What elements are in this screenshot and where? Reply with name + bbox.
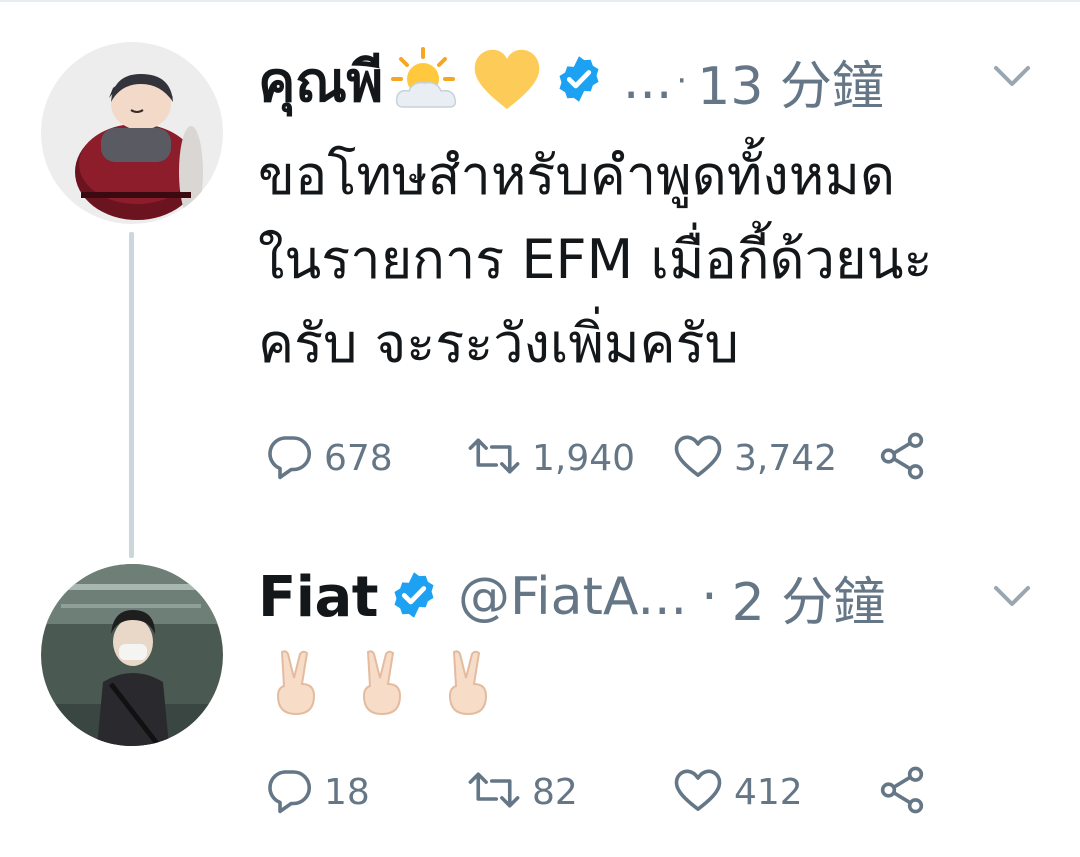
reply-count: 678 [324,437,393,479]
reply-icon [262,763,316,821]
share-icon [874,429,930,487]
separator: · [701,567,718,627]
reply-icon [262,429,316,487]
retweet-count: 82 [532,771,578,813]
yellow-heart-icon [471,47,543,115]
tweet-text-line: ในรายการ EFM เมื่อกี้ด้วยนะ [258,228,933,291]
like-count: 412 [734,771,803,813]
avatar[interactable] [41,564,223,746]
verified-badge-icon [388,569,440,625]
retweet-button[interactable]: 1,940 [464,428,635,488]
tweet-text: ขอโทษสำหรับคำพูดทั้งหมด ในรายการ EFM เมื… [258,134,1048,386]
timestamp[interactable]: 2 分鐘 [732,560,886,635]
handle[interactable]: ... [623,51,673,111]
like-count: 3,742 [734,437,838,479]
share-icon [874,763,930,821]
tweet-header: Fiat @FiatA... · 2 分鐘 [258,560,1038,635]
chevron-down-icon[interactable] [992,64,1032,92]
like-button[interactable]: 3,742 [670,428,837,488]
victory-hand-icon [354,648,410,722]
like-icon [670,429,726,487]
victory-hand-icon [440,648,496,722]
share-button[interactable] [874,428,930,488]
tweet-emoji-text [268,648,496,722]
tweet-text-line: ขอโทษสำหรับคำพูดทั้งหมด [258,144,896,207]
tweet-actions: 18 82 412 [262,762,962,822]
display-name[interactable]: คุณพี [258,37,383,126]
tweet-1[interactable]: คุณพี ... · 13 分鐘 ขอโทษสำหรับคำพูดทั้งหม… [0,0,1080,540]
retweet-button[interactable]: 82 [464,762,578,822]
reply-count: 18 [324,771,370,813]
tweet-actions: 678 1,940 3,742 [262,428,962,488]
retweet-count: 1,940 [532,437,636,479]
chevron-down-icon[interactable] [992,584,1032,612]
verified-badge-icon [553,53,605,109]
like-button[interactable]: 412 [670,762,803,822]
retweet-icon [464,429,524,487]
separator: · [676,61,688,101]
avatar[interactable] [41,42,223,224]
retweet-icon [464,763,524,821]
sun-behind-cloud-icon [389,47,465,115]
share-button[interactable] [874,762,930,822]
victory-hand-icon [268,648,324,722]
reply-button[interactable]: 18 [262,762,370,822]
tweet-header: คุณพี ... · 13 分鐘 [258,44,1038,119]
like-icon [670,763,726,821]
tweet-text-line: ครับ จะระวังเพิ่มครับ [258,312,739,375]
handle[interactable]: @FiatA... [458,567,687,627]
display-name[interactable]: Fiat [258,565,379,630]
reply-button[interactable]: 678 [262,428,393,488]
tweet-2[interactable]: Fiat @FiatA... · 2 分鐘 18 82 412 [0,540,1080,857]
timestamp[interactable]: 13 分鐘 [697,44,884,119]
